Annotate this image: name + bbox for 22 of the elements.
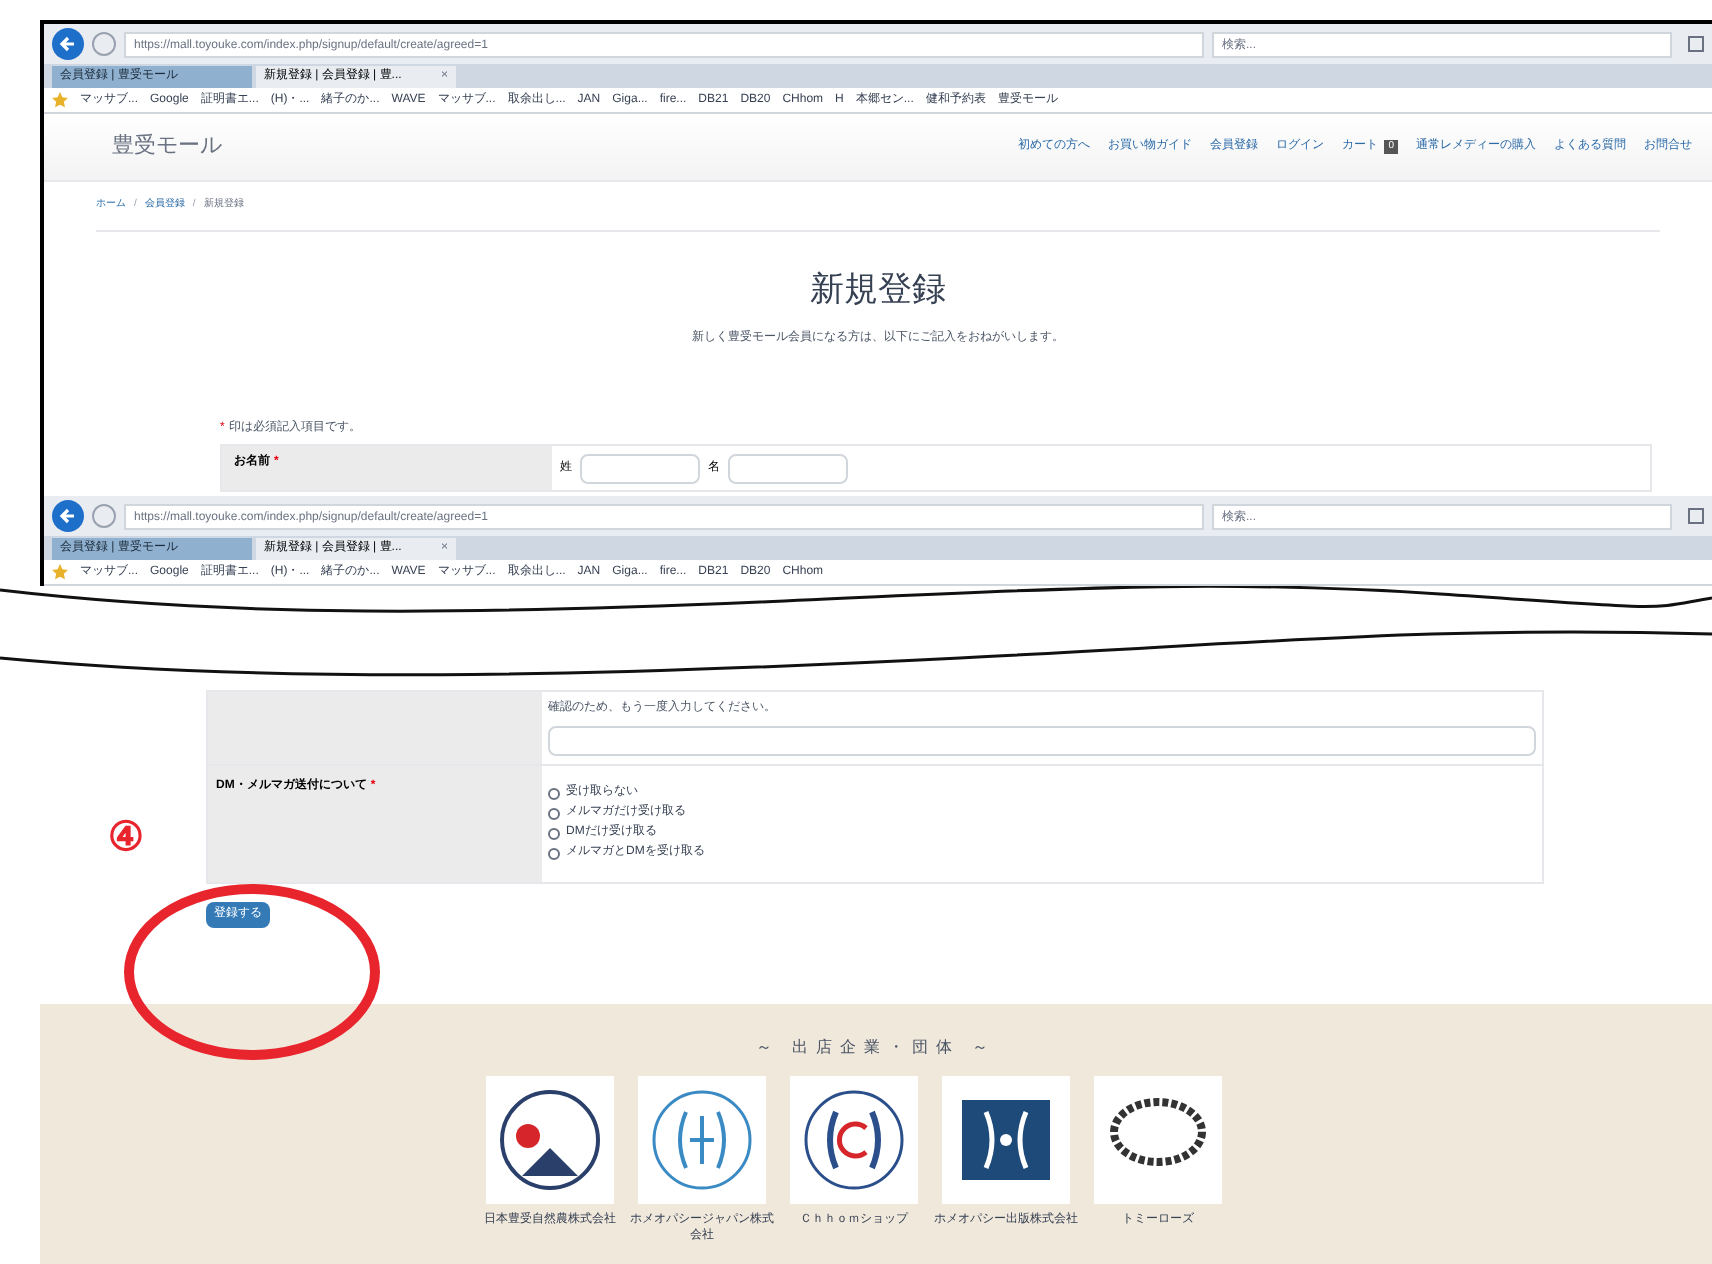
text-input[interactable] xyxy=(728,453,848,483)
radio-button[interactable] xyxy=(548,827,560,839)
page-title: 新規登録 xyxy=(808,267,948,311)
home-icon[interactable] xyxy=(1688,36,1704,52)
footer-heading: ～ 出店企業・団体 ～ xyxy=(753,1036,999,1060)
logo-card[interactable] xyxy=(486,1076,614,1204)
radio-button[interactable] xyxy=(548,807,560,819)
circle-logo-icon xyxy=(494,1084,606,1196)
text-input[interactable] xyxy=(580,453,700,483)
logo-card[interactable] xyxy=(790,1076,918,1204)
home-icon[interactable] xyxy=(1688,508,1704,524)
logo-card[interactable] xyxy=(942,1076,1070,1204)
radio-button[interactable] xyxy=(548,787,560,799)
back-arrow-icon[interactable] xyxy=(58,506,78,526)
back-button[interactable] xyxy=(52,28,84,60)
radio-button[interactable] xyxy=(548,847,560,859)
back-arrow-icon[interactable] xyxy=(58,34,78,54)
site-logo[interactable]: 豊受モール xyxy=(112,130,222,164)
back-button[interactable] xyxy=(52,500,84,532)
step-number: ④ xyxy=(108,814,144,864)
text-input[interactable] xyxy=(548,726,1536,756)
logo-card[interactable] xyxy=(1094,1076,1222,1204)
